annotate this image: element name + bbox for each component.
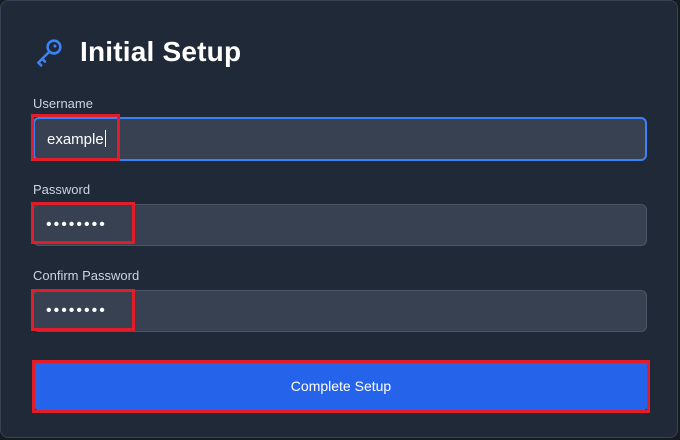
complete-setup-button[interactable]: Complete Setup <box>34 362 648 410</box>
confirm-password-label: Confirm Password <box>33 268 140 283</box>
username-value: example <box>47 130 106 148</box>
password-input[interactable]: •••••••• <box>33 204 647 246</box>
username-label: Username <box>33 96 93 111</box>
username-input[interactable]: example <box>33 117 647 161</box>
form-header: Initial Setup <box>32 34 241 70</box>
confirm-password-value: •••••••• <box>46 302 107 319</box>
setup-card: Initial Setup Username example Password … <box>0 0 678 438</box>
confirm-password-input[interactable]: •••••••• <box>33 290 647 332</box>
key-icon <box>32 35 66 69</box>
page-title: Initial Setup <box>80 36 242 67</box>
password-label: Password <box>33 182 91 197</box>
password-value: •••••••• <box>46 216 107 233</box>
text-caret <box>104 130 106 147</box>
